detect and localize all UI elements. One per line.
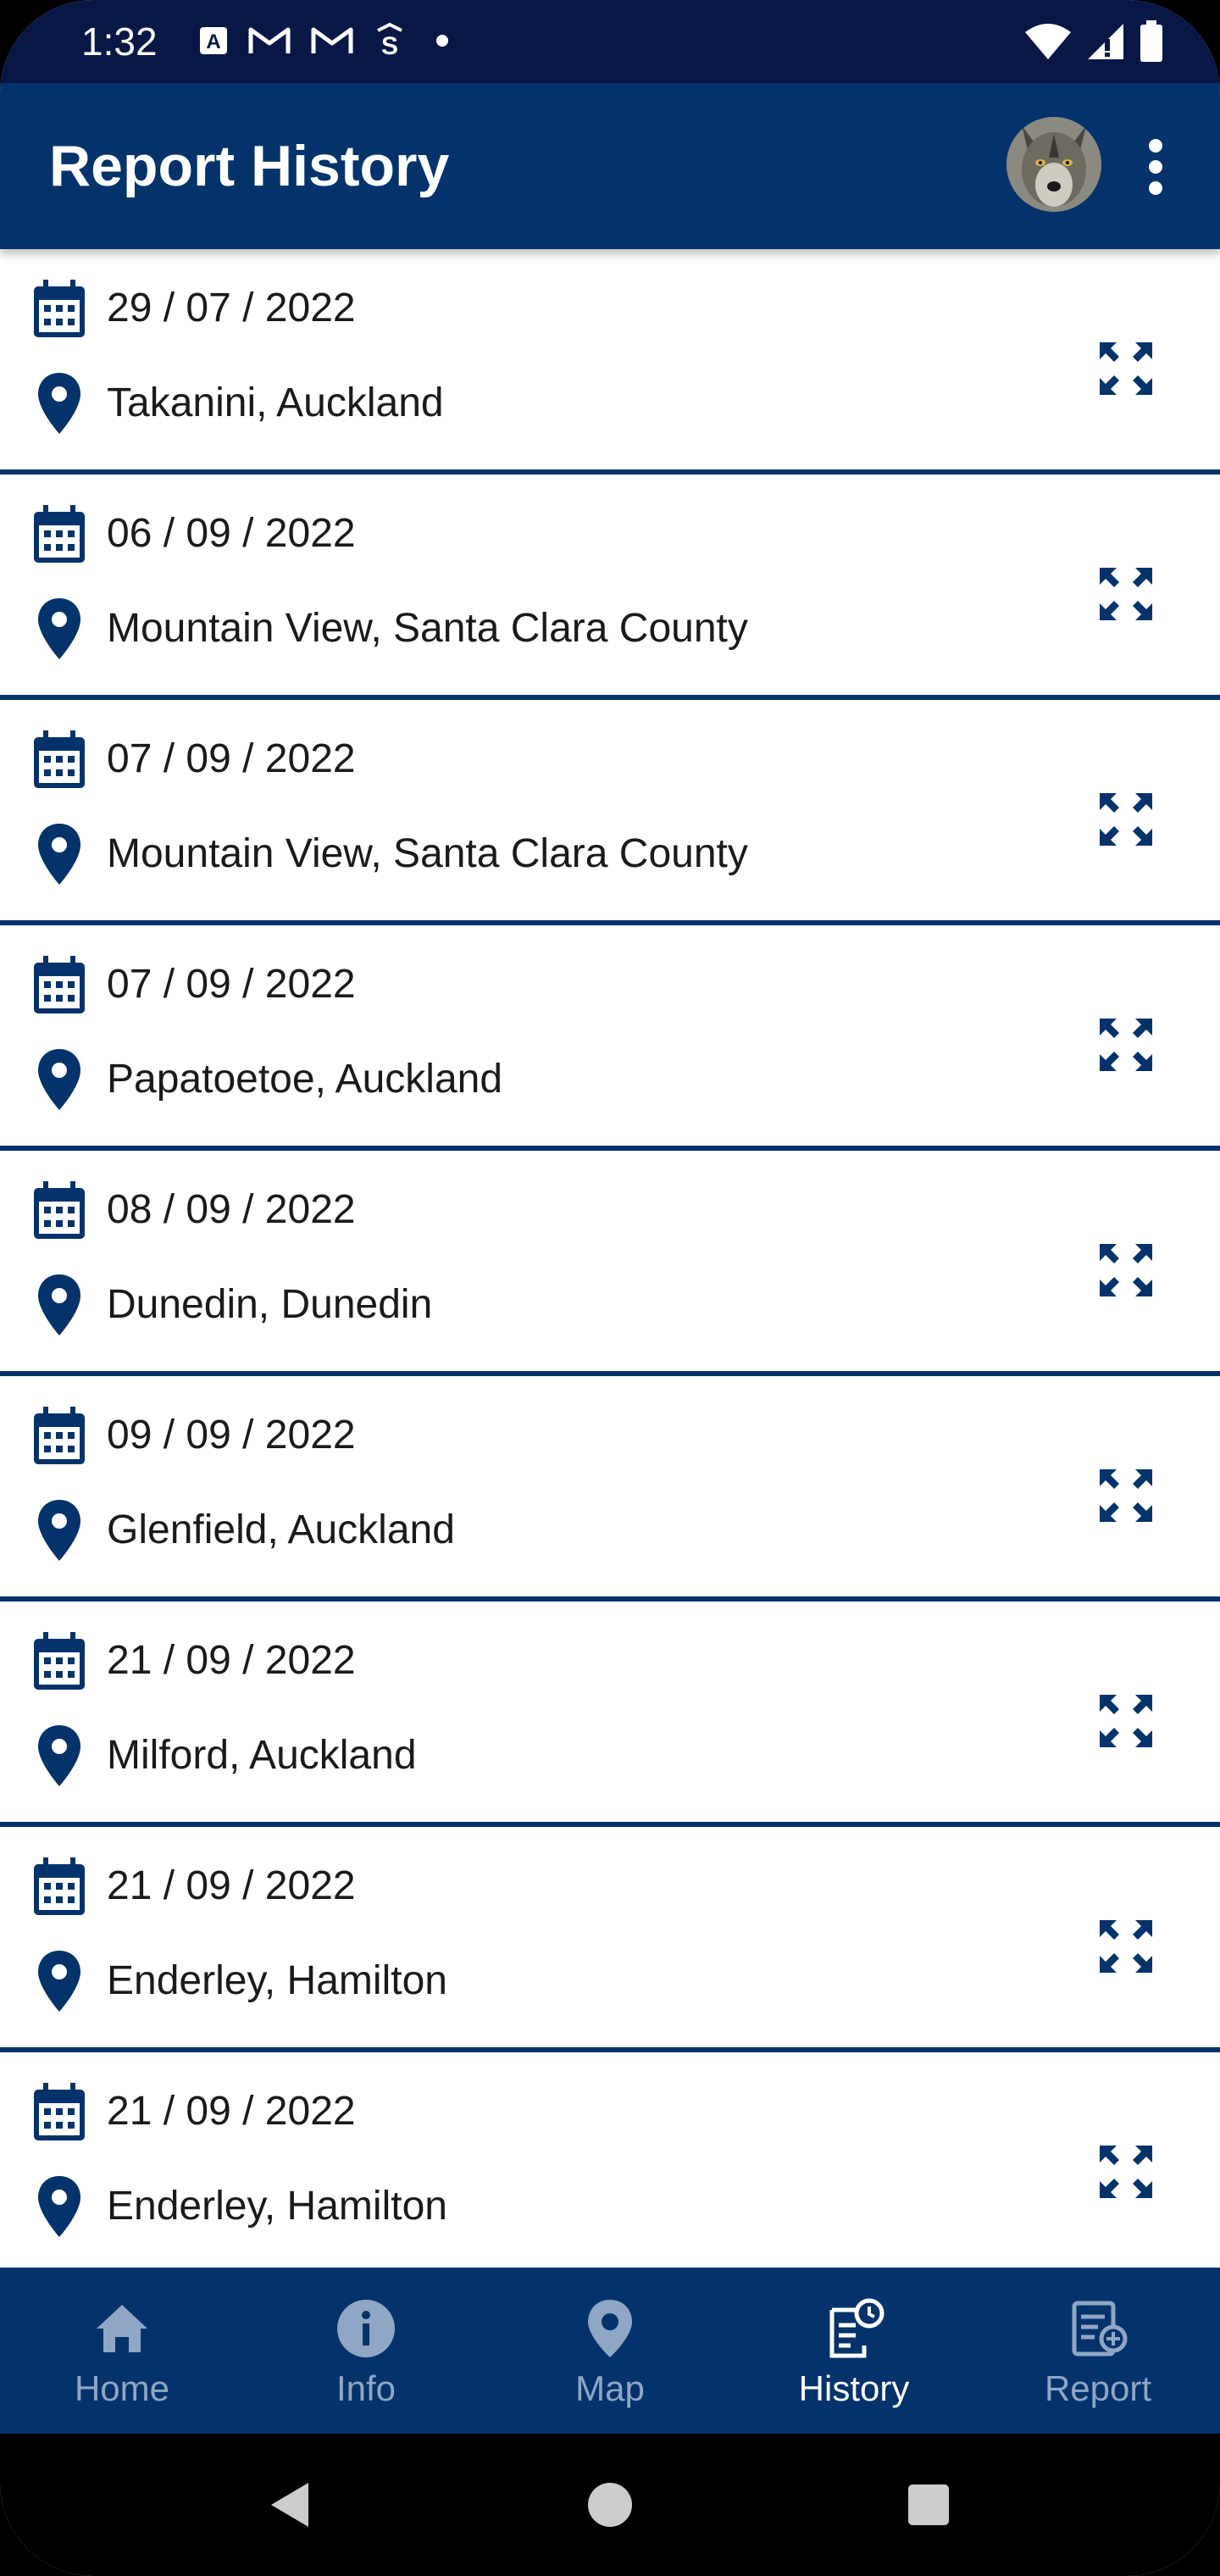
calendar-icon: [34, 1181, 85, 1239]
report-location: Takanini, Auckland: [107, 380, 444, 425]
home-circle-icon[interactable]: [585, 2479, 635, 2530]
report-location: Enderley, Hamilton: [107, 1958, 447, 2003]
status-bar: 1:32 A S: [0, 0, 1220, 83]
calendar-icon: [34, 505, 85, 563]
report-add-icon: [1072, 2301, 1128, 2357]
nav-label-home: Home: [74, 2368, 170, 2408]
report-date: 07 / 09 / 2022: [107, 962, 356, 1007]
report-row[interactable]: 21 / 09 / 2022 Enderley, Hamilton: [0, 2052, 1220, 2278]
location-pin-icon: [38, 2176, 80, 2237]
expand-icon[interactable]: [1096, 1691, 1156, 1751]
calendar-icon: [34, 1857, 85, 1915]
report-row[interactable]: 07 / 09 / 2022 Mountain View, Santa Clara…: [0, 700, 1220, 925]
system-nav-bar: [0, 2434, 1220, 2576]
bottom-nav: Home Info Map History Report: [0, 2268, 1220, 2434]
report-date: 09 / 09 / 2022: [107, 1413, 356, 1457]
calendar-icon: [34, 730, 85, 788]
nav-item-home[interactable]: Home: [0, 2268, 244, 2434]
location-pin-icon: [38, 1500, 80, 1561]
report-date: 08 / 09 / 2022: [107, 1187, 356, 1232]
report-date: 21 / 09 / 2022: [107, 1863, 356, 1908]
report-row[interactable]: 29 / 07 / 2022 Takanini, Auckland: [0, 249, 1220, 475]
report-location: Mountain View, Santa Clara County: [107, 831, 748, 876]
report-location: Enderley, Hamilton: [107, 2184, 447, 2229]
history-icon: [829, 2298, 884, 2358]
recents-icon[interactable]: [903, 2479, 954, 2530]
report-date: 29 / 07 / 2022: [107, 286, 356, 330]
phone-screen: 1:32 A S Report History 29 / 07 / 2022 T…: [0, 0, 1220, 2576]
nav-item-map[interactable]: Map: [488, 2268, 732, 2434]
report-location: Mountain View, Santa Clara County: [107, 606, 748, 651]
expand-icon[interactable]: [1096, 1466, 1156, 1525]
report-date: 21 / 09 / 2022: [107, 1638, 356, 1683]
nav-label-report: Report: [1044, 2368, 1152, 2408]
nav-item-report[interactable]: Report: [976, 2268, 1220, 2434]
report-row[interactable]: 08 / 09 / 2022 Dunedin, Dunedin: [0, 1151, 1220, 1376]
report-location: Papatoetoe, Auckland: [107, 1057, 503, 1102]
calendar-icon: [34, 280, 85, 337]
location-pin-icon: [38, 1951, 80, 2012]
status-right: [1023, 20, 1164, 63]
signal-icon: [1088, 24, 1123, 59]
report-row[interactable]: 09 / 09 / 2022 Glenfield, Auckland: [0, 1376, 1220, 1602]
report-location: Milford, Auckland: [107, 1733, 417, 1778]
location-pin-icon: [38, 824, 80, 885]
avatar[interactable]: [1006, 117, 1101, 212]
report-row[interactable]: 21 / 09 / 2022 Enderley, Hamilton: [0, 1827, 1220, 2052]
accessibility-a-icon: A: [200, 27, 227, 54]
location-pin-icon: [38, 598, 80, 659]
nav-item-history[interactable]: History: [732, 2268, 976, 2434]
status-time: 1:32: [81, 19, 158, 64]
report-date: 07 / 09 / 2022: [107, 736, 356, 781]
gmail-icon: [311, 27, 353, 53]
location-pin-icon: [38, 1274, 80, 1335]
report-location: Glenfield, Auckland: [107, 1507, 455, 1552]
svg-text:S: S: [381, 32, 398, 59]
wolf-avatar-icon: [1006, 117, 1101, 212]
home-icon: [97, 2305, 147, 2352]
expand-icon[interactable]: [1096, 1241, 1156, 1300]
report-list: 29 / 07 / 2022 Takanini, Auckland 06 / 09 …: [0, 249, 1220, 2278]
calendar-icon: [34, 1407, 85, 1464]
gmail-icon: [248, 27, 291, 53]
nav-item-info[interactable]: Info: [244, 2268, 488, 2434]
location-pin-icon: [38, 1049, 80, 1110]
battery-icon: [1140, 20, 1162, 62]
svg-text:A: A: [206, 31, 220, 53]
calendar-icon: [34, 2083, 85, 2140]
location-pin-icon: [38, 1725, 80, 1786]
back-icon[interactable]: [264, 2479, 315, 2530]
report-date: 06 / 09 / 2022: [107, 511, 356, 556]
expand-icon[interactable]: [1096, 790, 1156, 849]
expand-icon[interactable]: [1096, 1015, 1156, 1074]
expand-icon[interactable]: [1096, 564, 1156, 624]
page-title: Report History: [49, 134, 450, 198]
expand-icon[interactable]: [1096, 1917, 1156, 1976]
expand-icon[interactable]: [1096, 2142, 1156, 2201]
calendar-icon: [34, 956, 85, 1013]
s-app-icon: S: [377, 22, 402, 59]
app-bar: Report History: [0, 83, 1220, 249]
info-icon: [337, 2300, 395, 2357]
location-pin-icon: [38, 373, 80, 434]
expand-icon[interactable]: [1096, 339, 1156, 398]
nav-label-history: History: [798, 2368, 910, 2408]
report-date: 21 / 09 / 2022: [107, 2089, 356, 2134]
report-row[interactable]: 21 / 09 / 2022 Milford, Auckland: [0, 1602, 1220, 1827]
report-row[interactable]: 07 / 09 / 2022 Papatoetoe, Auckland: [0, 925, 1220, 1151]
wifi-icon: [1025, 24, 1071, 59]
nav-label-map: Map: [575, 2368, 645, 2408]
report-location: Dunedin, Dunedin: [107, 1282, 433, 1327]
notification-icons: A S: [198, 22, 459, 59]
nav-label-info: Info: [336, 2368, 396, 2408]
calendar-icon: [34, 1632, 85, 1690]
map-pin-icon: [588, 2300, 632, 2357]
dot-icon: [436, 35, 448, 47]
report-row[interactable]: 06 / 09 / 2022 Mountain View, Santa Clara…: [0, 475, 1220, 700]
more-vert-icon[interactable]: [1132, 137, 1179, 197]
